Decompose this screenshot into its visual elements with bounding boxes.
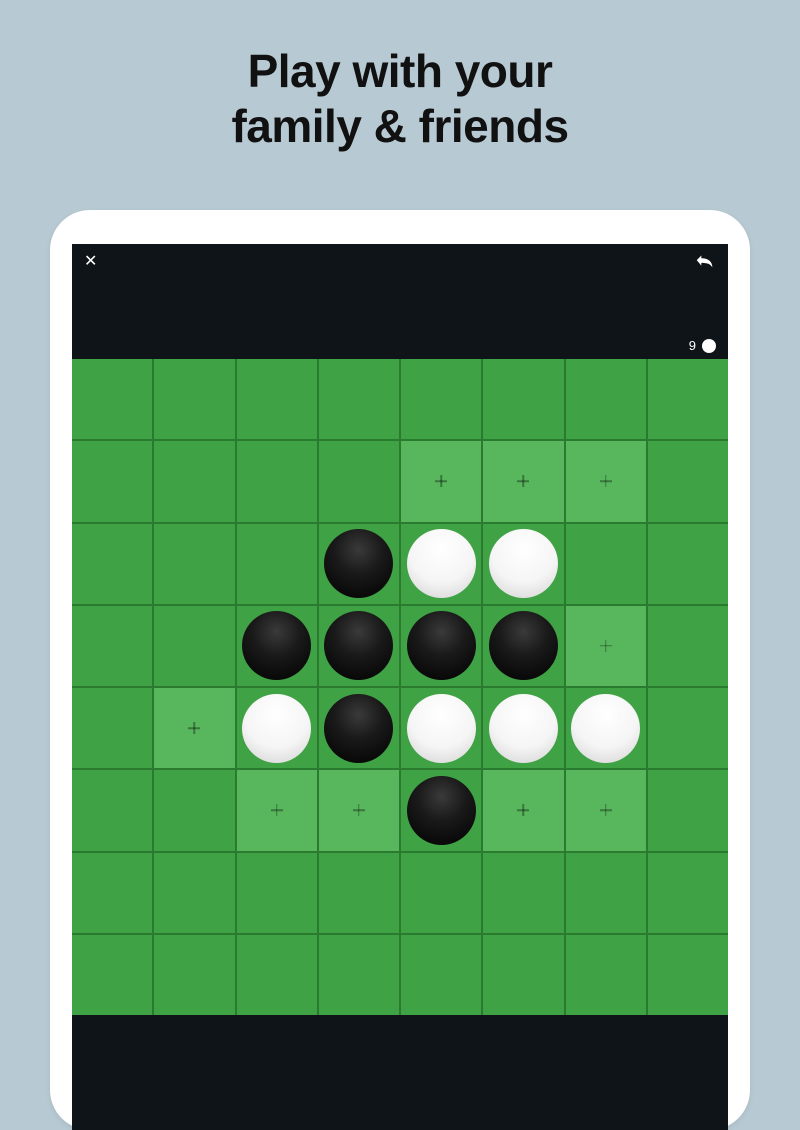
board-cell[interactable] [648,524,728,604]
board-cell[interactable] [483,935,563,1015]
board-cell[interactable] [566,606,646,686]
board-cell[interactable] [154,853,234,933]
board-cell[interactable] [401,688,481,768]
board-cell[interactable] [648,441,728,521]
board-cell[interactable] [648,688,728,768]
board-cell[interactable] [566,688,646,768]
black-disc [324,694,393,763]
board-cell[interactable] [154,935,234,1015]
board-cell[interactable] [72,359,152,439]
board-cell[interactable] [154,688,234,768]
hint-marker-icon [271,804,283,816]
game-topbar: ✕ 9 [72,244,728,359]
undo-icon[interactable] [694,252,716,270]
hint-marker-icon [353,804,365,816]
board-cell[interactable] [566,770,646,850]
black-disc [407,611,476,680]
board-cell[interactable] [154,770,234,850]
white-disc-icon [702,339,716,353]
board-cell[interactable] [483,606,563,686]
board-cell[interactable] [319,770,399,850]
board-cell[interactable] [154,606,234,686]
board-cell[interactable] [483,524,563,604]
board-cell[interactable] [648,853,728,933]
board-cell[interactable] [72,688,152,768]
promo-headline: Play with your family & friends [0,0,800,154]
board-cell[interactable] [237,688,317,768]
board-cell[interactable] [401,606,481,686]
headline-line-1: Play with your [248,45,553,97]
black-disc [242,611,311,680]
board-cell[interactable] [154,359,234,439]
score-white-value: 9 [689,338,696,353]
close-icon[interactable]: ✕ [84,254,100,270]
board-cell[interactable] [72,935,152,1015]
board-cell[interactable] [401,853,481,933]
board-cell[interactable] [648,359,728,439]
white-disc [571,694,640,763]
board-cell[interactable] [566,359,646,439]
board-cell[interactable] [237,359,317,439]
board-cell[interactable] [72,606,152,686]
board-cell[interactable] [154,524,234,604]
board-cell[interactable] [237,524,317,604]
board-cell[interactable] [319,688,399,768]
board-cell[interactable] [319,606,399,686]
board-cell[interactable] [237,770,317,850]
white-disc [489,529,558,598]
score-white: 9 [689,338,716,353]
game-board[interactable] [72,359,728,1015]
board-cell[interactable] [566,524,646,604]
board-cell[interactable] [401,935,481,1015]
black-disc [489,611,558,680]
hint-marker-icon [600,640,612,652]
hint-marker-icon [188,722,200,734]
board-cell[interactable] [154,441,234,521]
game-screen: ✕ 9 [72,244,728,1130]
board-cell[interactable] [483,853,563,933]
black-disc [407,776,476,845]
board-cell[interactable] [319,359,399,439]
board-cell[interactable] [72,770,152,850]
black-disc [324,611,393,680]
board-cell[interactable] [401,441,481,521]
board-cell[interactable] [72,524,152,604]
board-cell[interactable] [566,441,646,521]
black-disc [324,529,393,598]
board-cell[interactable] [566,935,646,1015]
board-cell[interactable] [401,770,481,850]
board-cell[interactable] [319,935,399,1015]
board-cell[interactable] [483,688,563,768]
board-cell[interactable] [401,359,481,439]
hint-marker-icon [517,804,529,816]
board-cell[interactable] [72,441,152,521]
headline-line-2: family & friends [231,100,568,152]
game-bottombar [72,1015,728,1045]
board-cell[interactable] [483,441,563,521]
tablet-frame: ✕ 9 [50,210,750,1130]
board-cell[interactable] [319,853,399,933]
white-disc [489,694,558,763]
hint-marker-icon [600,475,612,487]
board-cell[interactable] [648,935,728,1015]
hint-marker-icon [600,804,612,816]
hint-marker-icon [517,475,529,487]
board-cell[interactable] [483,359,563,439]
board-cell[interactable] [237,853,317,933]
board-cell[interactable] [319,441,399,521]
white-disc [407,529,476,598]
board-cell[interactable] [237,606,317,686]
board-cell[interactable] [648,770,728,850]
hint-marker-icon [435,475,447,487]
board-cell[interactable] [401,524,481,604]
board-cell[interactable] [237,935,317,1015]
board-cell[interactable] [319,524,399,604]
white-disc [407,694,476,763]
board-cell[interactable] [483,770,563,850]
board-cell[interactable] [237,441,317,521]
board-cell[interactable] [72,853,152,933]
board-cell[interactable] [648,606,728,686]
white-disc [242,694,311,763]
board-cell[interactable] [566,853,646,933]
